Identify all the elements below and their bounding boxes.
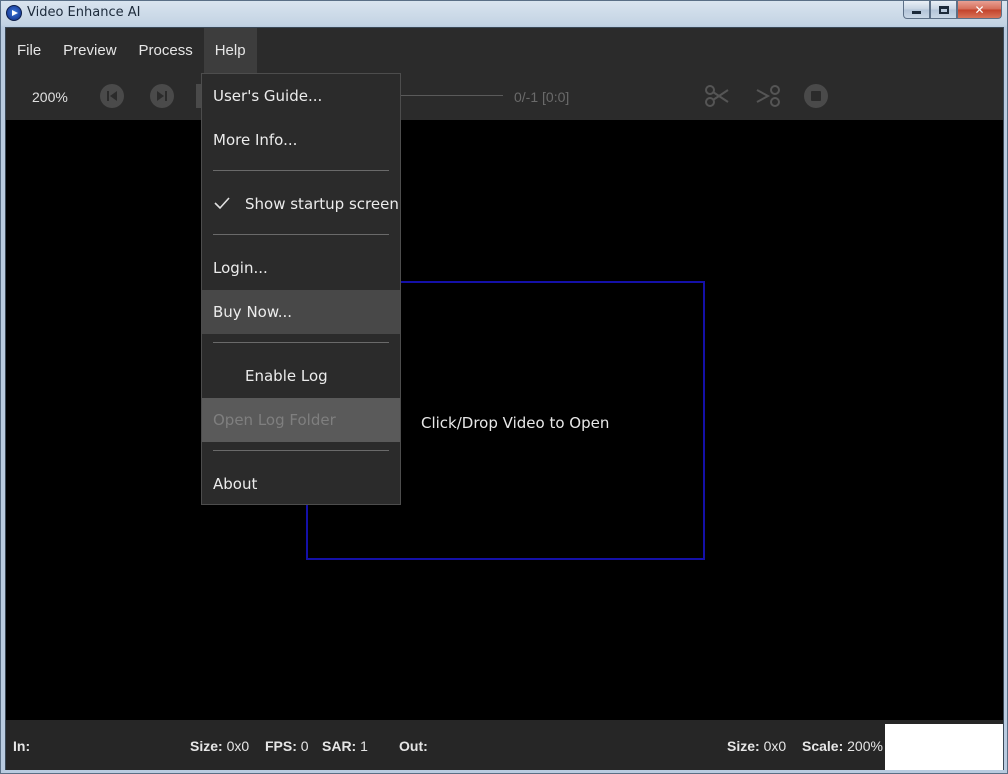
- app-logo-icon: [6, 5, 22, 21]
- window-controls: ✕: [903, 1, 1002, 19]
- app-window: Video Enhance AI ✕ File Preview Process …: [0, 0, 1008, 774]
- seek-bar[interactable]: [401, 95, 503, 96]
- frame-counter: 0/-1 [0:0]: [514, 89, 570, 105]
- menu-item-enable-log[interactable]: Enable Log: [202, 354, 400, 398]
- minimize-button[interactable]: [903, 1, 930, 19]
- play-pause-button[interactable]: [150, 84, 174, 108]
- in-size: Size: 0x0: [190, 738, 250, 754]
- stop-icon: [811, 91, 821, 101]
- out-size: Size: 0x0: [727, 738, 787, 754]
- in-label: In:: [13, 738, 31, 754]
- status-blank-area: [885, 724, 1003, 770]
- menu-item-login[interactable]: Login...: [202, 246, 400, 290]
- scissors-icon[interactable]: [703, 82, 731, 110]
- menu-separator: [213, 342, 389, 343]
- menu-separator: [213, 450, 389, 451]
- checkmark-icon: [214, 197, 230, 210]
- minimize-icon: [912, 11, 921, 14]
- close-icon: ✕: [974, 2, 985, 17]
- maximize-icon: [938, 5, 949, 14]
- menu-item-label: Show startup screen: [245, 195, 399, 213]
- drop-prompt: Click/Drop Video to Open: [421, 414, 610, 432]
- menu-item-about[interactable]: About: [202, 462, 400, 506]
- menu-separator: [213, 234, 389, 235]
- menu-process[interactable]: Process: [128, 28, 204, 74]
- zoom-level[interactable]: 200%: [32, 89, 68, 105]
- split-icon[interactable]: [754, 82, 782, 110]
- title-bar[interactable]: Video Enhance AI ✕: [1, 1, 1007, 25]
- skip-start-button[interactable]: [100, 84, 124, 108]
- skip-start-icon: [107, 91, 117, 101]
- toolbar: 200% 0/-1 [0:0]: [6, 74, 1003, 120]
- menu-bar: File Preview Process Help: [6, 28, 1003, 74]
- menu-item-open-log-folder: Open Log Folder: [202, 398, 400, 442]
- menu-item-more-info[interactable]: More Info...: [202, 118, 400, 162]
- out-label: Out:: [399, 738, 428, 754]
- sar: SAR: 1: [322, 738, 368, 754]
- stop-button[interactable]: [804, 84, 828, 108]
- menu-file[interactable]: File: [6, 28, 52, 74]
- menu-item-buy-now[interactable]: Buy Now...: [202, 290, 400, 334]
- fps: FPS: 0: [265, 738, 309, 754]
- menu-separator: [213, 170, 389, 171]
- maximize-button[interactable]: [930, 1, 957, 19]
- scale: Scale: 200%: [802, 738, 883, 754]
- play-step-icon: [157, 91, 167, 101]
- status-bar: In: Size: 0x0 FPS: 0 SAR: 1 Out: Size: 0…: [6, 720, 1003, 770]
- close-button[interactable]: ✕: [957, 1, 1002, 19]
- help-dropdown-menu: User's Guide... More Info... Show startu…: [201, 73, 401, 505]
- menu-help[interactable]: Help: [203, 28, 257, 74]
- menu-item-show-startup-screen[interactable]: Show startup screen: [202, 182, 400, 226]
- client-area: File Preview Process Help 200% 0/-1 [0:0…: [5, 27, 1004, 770]
- menu-preview[interactable]: Preview: [52, 28, 127, 74]
- window-title: Video Enhance AI: [27, 5, 141, 20]
- menu-item-users-guide[interactable]: User's Guide...: [202, 74, 400, 118]
